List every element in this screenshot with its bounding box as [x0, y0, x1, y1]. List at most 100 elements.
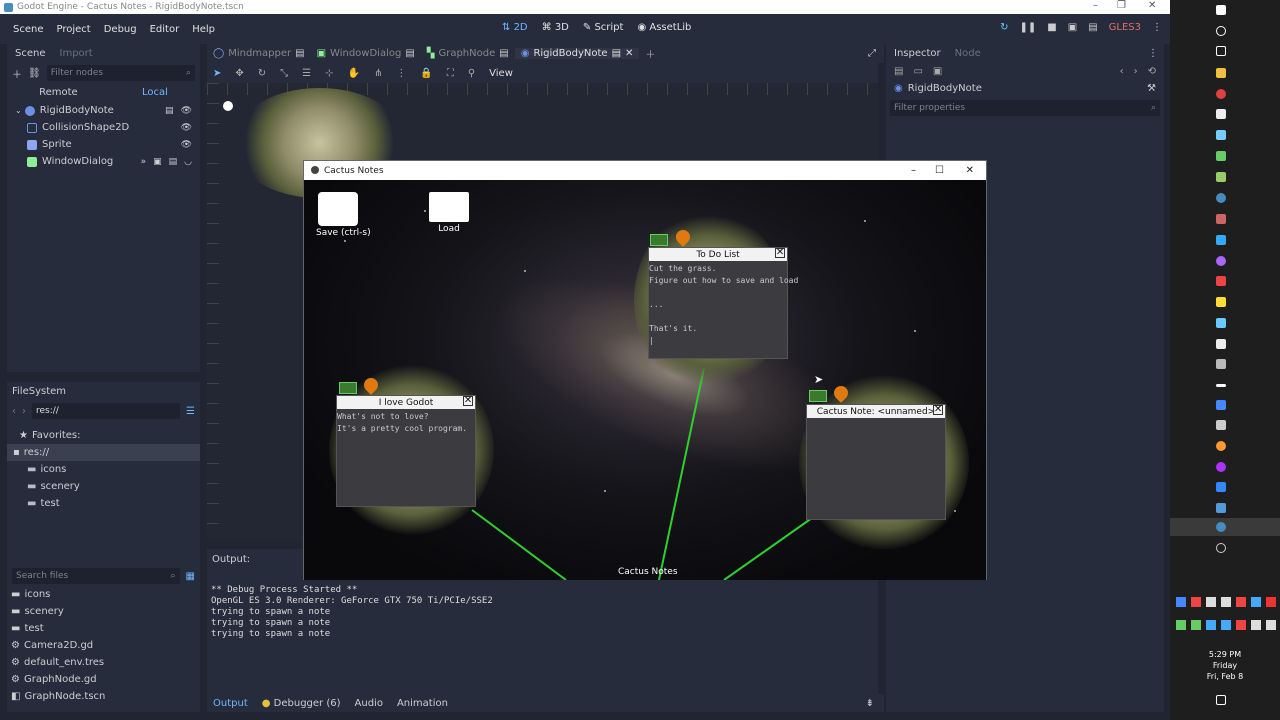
close-tab-icon[interactable]: ✕: [625, 48, 633, 59]
visibility-icon[interactable]: 👁: [181, 106, 192, 116]
pan-tool-icon[interactable]: ✋: [348, 68, 360, 79]
visibility-icon[interactable]: ◡: [184, 157, 192, 167]
tray-icon[interactable]: [1191, 619, 1201, 630]
lock-icon[interactable]: 🔒: [420, 68, 432, 79]
app-icon[interactable]: [1216, 462, 1226, 472]
app-icon[interactable]: [1216, 235, 1226, 245]
menu-icon[interactable]: ⋮: [1148, 48, 1158, 59]
mode-script-button[interactable]: ✎ Script: [583, 22, 624, 33]
maximize-icon[interactable]: ❐: [1117, 0, 1126, 11]
close-note-icon[interactable]: ✕: [775, 247, 785, 258]
app-icon[interactable]: [1216, 543, 1226, 553]
history-back-icon[interactable]: ‹: [1120, 66, 1124, 77]
history-icon[interactable]: ⟲: [1148, 66, 1156, 77]
new-resource-icon[interactable]: ▤: [894, 66, 903, 77]
skeleton-icon[interactable]: ⚲: [468, 68, 475, 79]
open-folder-icon[interactable]: ▭: [913, 66, 922, 77]
scale-tool-icon[interactable]: ⤡: [280, 68, 288, 79]
connect-icon[interactable]: [809, 390, 827, 402]
remote-tab[interactable]: Remote: [39, 87, 78, 98]
file-item[interactable]: ▬ icons: [11, 586, 200, 603]
file-item[interactable]: ⚙ Camera2D.gd: [11, 637, 200, 654]
tree-node-rigidbodynote[interactable]: ⌄ RigidBodyNote ▤ 👁: [15, 102, 200, 119]
start-icon[interactable]: [1216, 5, 1226, 15]
tree-node-collisionshape2d[interactable]: CollisionShape2D 👁: [15, 119, 200, 136]
search-files-input[interactable]: Search files ⌕: [12, 568, 180, 584]
app-icon[interactable]: [1216, 441, 1226, 451]
note-body[interactable]: Cut the grass. Figure out how to save an…: [649, 261, 798, 349]
note-unnamed[interactable]: Cactus Note: <unnamed> ✕: [806, 404, 946, 520]
app-icon[interactable]: [1216, 384, 1226, 387]
history-forward-icon[interactable]: ›: [1134, 66, 1138, 77]
tray-icon[interactable]: [1266, 619, 1276, 630]
task-view-icon[interactable]: [1216, 46, 1226, 56]
connect-icon[interactable]: [339, 382, 357, 394]
script-icon[interactable]: ▤: [612, 48, 621, 59]
menu-help[interactable]: Help: [192, 24, 215, 35]
filter-properties-input[interactable]: Filter properties ⌕: [890, 100, 1160, 116]
tab-scene[interactable]: Scene: [15, 48, 46, 59]
visibility-icon[interactable]: 👁: [181, 140, 192, 150]
tray-icon[interactable]: [1236, 597, 1246, 607]
tab-mindmapper[interactable]: ◯ Mindmapper ▤: [207, 48, 311, 59]
play-custom-icon[interactable]: ▤: [1088, 22, 1097, 33]
zoom-out-icon[interactable]: [223, 101, 233, 111]
view-menu[interactable]: View: [489, 68, 513, 79]
note-body[interactable]: [807, 418, 945, 422]
tab-inspector[interactable]: Inspector: [894, 48, 941, 59]
tray-icon[interactable]: [1191, 597, 1201, 607]
script-icon[interactable]: ▤: [499, 48, 508, 59]
mode-2d-button[interactable]: ⇅ 2D: [502, 22, 528, 33]
save-button[interactable]: Save (ctrl-s): [316, 192, 371, 238]
file-item[interactable]: ▬ scenery: [11, 603, 200, 620]
app-icon[interactable]: [1216, 339, 1226, 349]
pause-icon[interactable]: ❚❚: [1020, 22, 1037, 33]
tree-res-root[interactable]: ▪ res://: [7, 444, 200, 461]
minimize-icon[interactable]: –: [911, 165, 916, 176]
group-icon[interactable]: ▣: [153, 157, 162, 167]
filter-nodes-input[interactable]: Filter nodes ⌕: [46, 65, 195, 81]
app-icon[interactable]: [1216, 172, 1226, 182]
tab-windowdialog[interactable]: ▣ WindowDialog ▤: [311, 48, 421, 59]
split-view-icon[interactable]: ☰: [186, 406, 195, 417]
close-icon[interactable]: ✕: [1148, 0, 1156, 11]
favorites-item[interactable]: ★ Favorites:: [7, 427, 200, 444]
godot-icon[interactable]: [1216, 193, 1226, 203]
visibility-icon[interactable]: 👁: [181, 123, 192, 133]
add-node-icon[interactable]: ＋: [12, 66, 22, 81]
grid-view-icon[interactable]: ▦: [186, 571, 195, 582]
load-button[interactable]: Load: [428, 192, 470, 234]
pivot-tool-icon[interactable]: ⊹: [325, 68, 333, 79]
game-window[interactable]: Cactus Notes – ☐ ✕ Save (ctrl-s) Load To…: [303, 160, 987, 580]
file-item[interactable]: ▬ test: [11, 620, 200, 637]
app-icon[interactable]: [1216, 420, 1226, 430]
game-canvas[interactable]: Save (ctrl-s) Load To Do List ✕ Cut the g…: [304, 180, 986, 580]
chrome-icon[interactable]: [1216, 89, 1226, 99]
app-icon[interactable]: [1216, 400, 1226, 410]
local-tab[interactable]: Local: [142, 87, 168, 98]
app-icon[interactable]: [1216, 130, 1226, 140]
note-header[interactable]: To Do List ✕: [649, 247, 787, 261]
tray-icon[interactable]: [1236, 619, 1246, 630]
renderer-label[interactable]: GLES3: [1109, 22, 1141, 33]
script-icon[interactable]: ▤: [295, 48, 304, 59]
tray-icon[interactable]: [1176, 619, 1186, 630]
clock[interactable]: 5:29 PM Friday Fri, Feb 8: [1170, 649, 1280, 682]
signal-icon[interactable]: »: [141, 157, 147, 167]
app-icon[interactable]: [1216, 297, 1226, 307]
menu-debug[interactable]: Debug: [104, 24, 137, 35]
tree-folder-scenery[interactable]: ▬ scenery: [7, 478, 200, 495]
search-icon[interactable]: [1216, 26, 1226, 36]
app-icon[interactable]: [1216, 318, 1226, 328]
group-icon[interactable]: ⛶: [447, 68, 454, 79]
file-item[interactable]: ⚙ GraphNode.gd: [11, 671, 200, 688]
app-icon[interactable]: [1216, 503, 1226, 513]
app-icon[interactable]: [1216, 359, 1226, 369]
snap-icon[interactable]: ⋔: [374, 68, 382, 79]
tray-icon[interactable]: [1221, 597, 1231, 607]
maximize-icon[interactable]: ☐: [935, 165, 944, 176]
file-item[interactable]: ◧ GraphNode.tscn: [11, 688, 200, 705]
menu-editor[interactable]: Editor: [150, 24, 180, 35]
app-icon[interactable]: [1216, 256, 1226, 266]
back-icon[interactable]: ‹: [12, 406, 16, 417]
